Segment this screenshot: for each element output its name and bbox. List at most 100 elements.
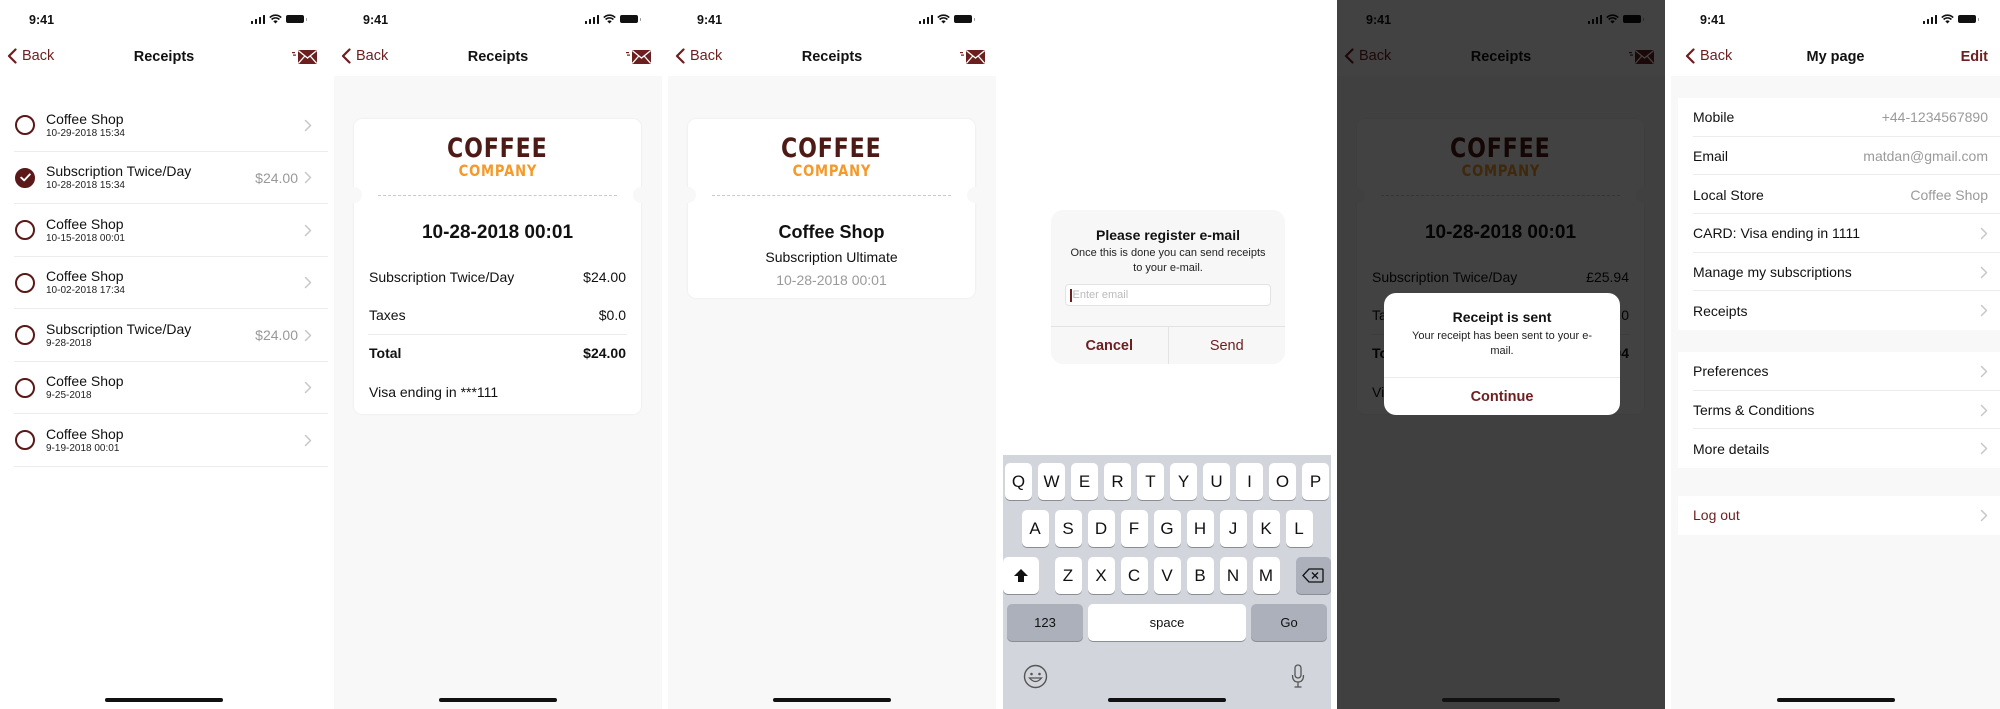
receipt-list-item[interactable]: Subscription Twice/Day 9-28-2018 $24.00 <box>0 309 328 362</box>
receipt-list-item[interactable]: Subscription Twice/Day 10-28-2018 15:34 $2… <box>0 152 328 205</box>
key-o[interactable]: O <box>1269 463 1296 500</box>
dialog-title: Please register e-mail <box>1096 227 1240 243</box>
receipt-list-item[interactable]: Coffee Shop 10-15-2018 00:01 <box>0 204 328 257</box>
payment-method: Visa ending in ***111 <box>369 384 499 400</box>
settings-row[interactable]: More details <box>1678 429 2000 468</box>
home-indicator[interactable] <box>439 698 557 702</box>
emoji-icon[interactable] <box>1023 664 1048 689</box>
key-g[interactable]: G <box>1153 510 1181 547</box>
back-button[interactable]: Back <box>675 48 722 64</box>
numbers-key[interactable]: 123 <box>1007 604 1083 641</box>
key-r[interactable]: R <box>1104 463 1131 500</box>
send-button[interactable]: Send <box>1169 327 1286 364</box>
edit-button[interactable]: Edit <box>1961 49 1988 65</box>
chevron-right-icon <box>1980 266 1988 279</box>
key-m[interactable]: M <box>1252 557 1280 594</box>
chevron-right-icon <box>1980 304 1988 317</box>
row-label: Manage my subscriptions <box>1693 264 1852 281</box>
key-u[interactable]: U <box>1203 463 1230 500</box>
settings-row[interactable]: Manage my subscriptions <box>1678 253 2000 292</box>
total-value: $24.00 <box>583 345 626 361</box>
key-e[interactable]: E <box>1071 463 1098 500</box>
send-email-button[interactable] <box>960 49 986 70</box>
perforation-divider <box>712 195 951 196</box>
receipt-list-item[interactable]: Coffee Shop 10-29-2018 15:34 <box>0 99 328 152</box>
back-button[interactable]: Back <box>1685 48 1732 64</box>
receipt-card[interactable]: COFFEE COMPANY Coffee Shop Subscription … <box>680 119 983 298</box>
settings-row[interactable]: Mobile +44-1234567890 <box>1678 98 2000 137</box>
settings-row[interactable]: Receipts <box>1678 291 2000 330</box>
settings-row[interactable]: CARD: Visa ending in 1111 <box>1678 214 2000 253</box>
key-y[interactable]: Y <box>1170 463 1197 500</box>
home-indicator[interactable] <box>1442 698 1560 702</box>
home-indicator[interactable] <box>105 698 223 702</box>
settings-row[interactable]: Email matdan@gmail.com <box>1678 137 2000 176</box>
space-key[interactable]: space <box>1088 604 1246 641</box>
ticket-notch <box>346 187 362 203</box>
key-w[interactable]: W <box>1038 463 1065 500</box>
receipt-date: 9-25-2018 <box>46 390 92 402</box>
backspace-key[interactable] <box>1295 557 1331 594</box>
home-indicator[interactable] <box>773 698 891 702</box>
keyboard-row: ZXCVBNM <box>1003 557 1331 594</box>
status-bar: 9:41 <box>334 0 662 40</box>
logout-button[interactable]: Log out <box>1678 496 2000 535</box>
chevron-right-icon <box>1980 509 1988 522</box>
key-z[interactable]: Z <box>1054 557 1082 594</box>
home-indicator[interactable] <box>1108 698 1226 702</box>
microphone-icon[interactable] <box>1291 664 1305 689</box>
send-email-button[interactable] <box>626 49 652 70</box>
go-key[interactable]: Go <box>1251 604 1327 641</box>
status-bar: 9:41 <box>0 0 328 40</box>
settings-row[interactable]: Preferences <box>1678 352 2000 391</box>
receipt-list: Coffee Shop 10-29-2018 15:34 Subscription … <box>0 99 328 467</box>
wifi-icon <box>269 14 282 24</box>
key-k[interactable]: K <box>1252 510 1280 547</box>
key-p[interactable]: P <box>1302 463 1329 500</box>
radio-checked[interactable] <box>15 167 35 188</box>
back-button[interactable]: Back <box>7 48 54 64</box>
key-b[interactable]: B <box>1186 557 1214 594</box>
text-cursor <box>1070 288 1072 302</box>
key-d[interactable]: D <box>1087 510 1115 547</box>
key-s[interactable]: S <box>1054 510 1082 547</box>
back-button[interactable]: Back <box>341 48 388 64</box>
key-a[interactable]: A <box>1021 510 1049 547</box>
key-n[interactable]: N <box>1219 557 1247 594</box>
home-indicator[interactable] <box>1776 698 1895 702</box>
receipt-list-item[interactable]: Coffee Shop 9-25-2018 <box>0 362 328 415</box>
radio-unchecked[interactable] <box>15 272 35 293</box>
key-v[interactable]: V <box>1153 557 1181 594</box>
key-x[interactable]: X <box>1087 557 1115 594</box>
radio-unchecked[interactable] <box>15 115 35 136</box>
email-input[interactable]: Enter email <box>1065 284 1271 306</box>
radio-unchecked[interactable] <box>15 220 35 241</box>
continue-button[interactable]: Continue <box>1384 378 1620 415</box>
radio-unchecked[interactable] <box>15 325 35 346</box>
key-f[interactable]: F <box>1120 510 1148 547</box>
nav-bar: Back Receipts <box>668 40 996 76</box>
send-email-button[interactable] <box>292 49 318 70</box>
settings-row[interactable]: Terms & Conditions <box>1678 391 2000 430</box>
receipt-name: Coffee Shop <box>46 110 124 127</box>
battery-icon <box>1958 15 1979 23</box>
key-t[interactable]: T <box>1137 463 1164 500</box>
key-l[interactable]: L <box>1285 510 1313 547</box>
coffee-company-logo: COFFEE COMPANY <box>447 133 548 180</box>
key-h[interactable]: H <box>1186 510 1214 547</box>
receipt-list-item[interactable]: Coffee Shop 10-02-2018 17:34 <box>0 257 328 310</box>
cancel-button[interactable]: Cancel <box>1051 327 1169 364</box>
radio-unchecked[interactable] <box>15 430 35 451</box>
status-time: 9:41 <box>29 13 55 27</box>
settings-row[interactable]: Local Store Coffee Shop <box>1678 175 2000 214</box>
radio-unchecked[interactable] <box>15 377 35 398</box>
shift-key[interactable] <box>1003 557 1039 594</box>
key-j[interactable]: J <box>1219 510 1247 547</box>
key-q[interactable]: Q <box>1005 463 1032 500</box>
receipt-list-item[interactable]: Coffee Shop 9-19-2018 00:01 <box>0 414 328 467</box>
key-c[interactable]: C <box>1120 557 1148 594</box>
key-i[interactable]: I <box>1236 463 1263 500</box>
checkmark-icon <box>20 173 31 182</box>
receipt-date: 10-29-2018 15:34 <box>46 127 125 139</box>
receipt-name: Subscription Twice/Day <box>46 163 192 180</box>
